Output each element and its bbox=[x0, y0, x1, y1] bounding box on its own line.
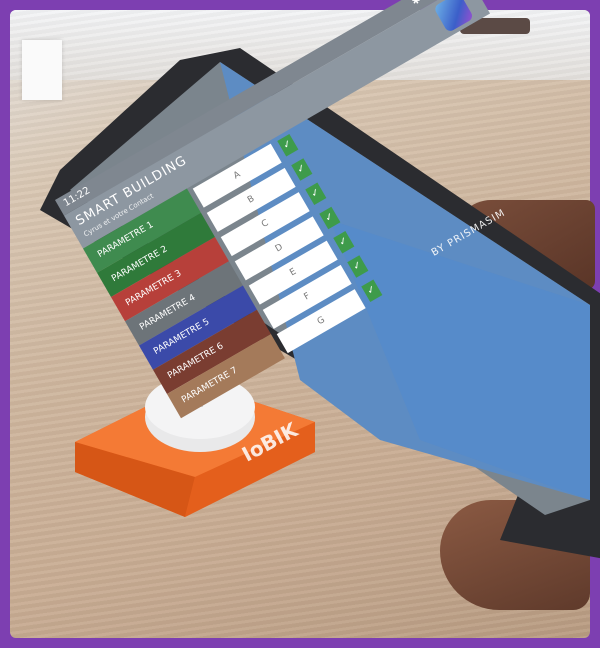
check-icon[interactable]: ✓ bbox=[361, 279, 383, 303]
check-icon[interactable]: ✓ bbox=[305, 182, 327, 206]
check-icon[interactable]: ✓ bbox=[277, 133, 299, 157]
check-icon[interactable]: ✓ bbox=[319, 206, 341, 230]
check-icon[interactable]: ✓ bbox=[333, 230, 355, 254]
check-icon[interactable]: ✓ bbox=[347, 255, 369, 278]
check-icon[interactable]: ✓ bbox=[291, 158, 313, 181]
